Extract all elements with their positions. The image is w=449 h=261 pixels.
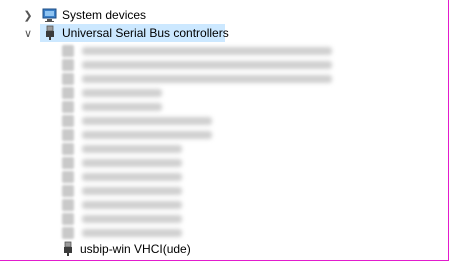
blurred-device-label	[82, 145, 182, 153]
chevron-down-icon[interactable]: ∨	[22, 24, 34, 42]
blurred-device-label	[82, 103, 162, 111]
blurred-device-label	[82, 201, 182, 209]
blurred-device-label	[82, 173, 182, 181]
blurred-device-label	[82, 61, 332, 69]
tree-item-label: Universal Serial Bus controllers	[62, 26, 229, 40]
usb-plug-icon	[60, 241, 76, 257]
blurred-device-label	[82, 131, 212, 139]
blurred-device-label	[82, 215, 182, 223]
tree-item-system-devices[interactable]: ❯ System devices	[0, 6, 440, 24]
tree-item-label: usbip-win VHCI(ude)	[80, 242, 191, 256]
usb-plug-icon	[42, 25, 58, 41]
system-devices-icon	[42, 7, 58, 23]
chevron-right-icon[interactable]: ❯	[22, 6, 34, 24]
blurred-device-label	[82, 47, 332, 55]
blurred-device-label	[82, 75, 332, 83]
blurred-device-icon	[62, 227, 74, 239]
blurred-device-label	[82, 159, 182, 167]
blurred-device-label	[82, 187, 182, 195]
blurred-device-label	[82, 229, 182, 237]
tree-item-label: System devices	[62, 8, 147, 22]
tree-item-usb-controllers[interactable]: ∨ Universal Serial Bus controllers	[0, 24, 440, 42]
blurred-device-label	[82, 117, 212, 125]
blurred-device-label	[82, 89, 162, 97]
tree-item-usbip-win-vhci[interactable]: usbip-win VHCI(ude)	[0, 240, 440, 258]
